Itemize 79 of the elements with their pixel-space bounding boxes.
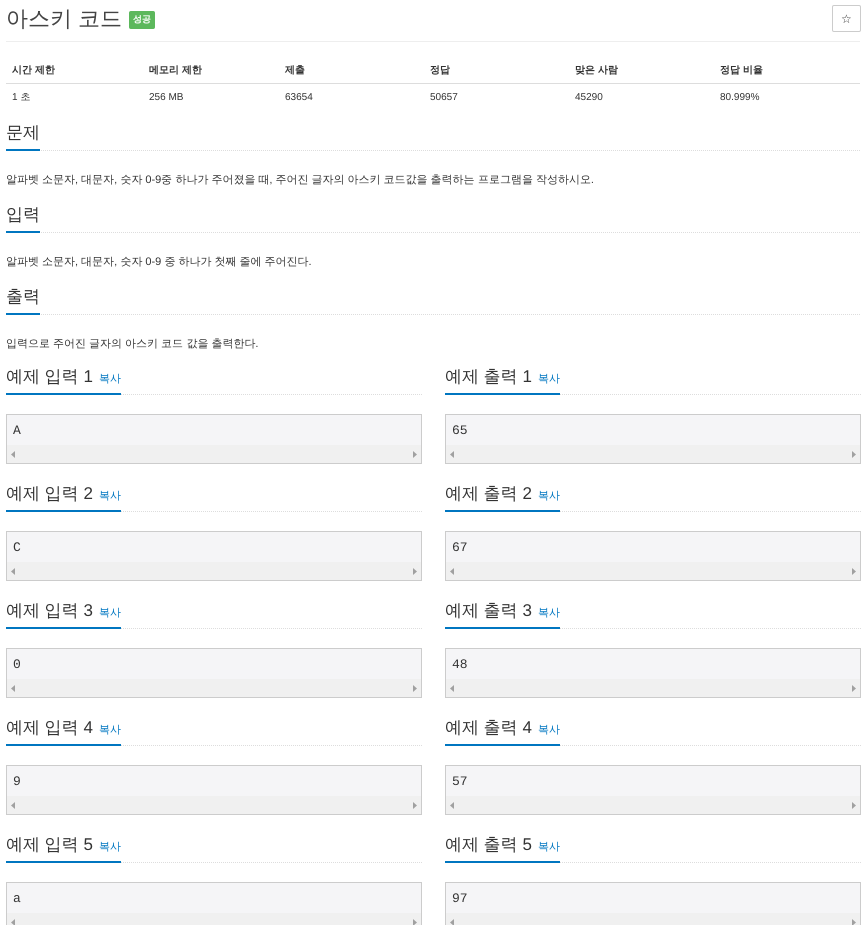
left-arrow-icon[interactable]	[450, 802, 454, 808]
sample-text: 9	[12, 773, 22, 791]
table-cell-text: 1 초	[11, 90, 32, 104]
copy-link[interactable]: 복사	[98, 371, 121, 388]
horizontal-scrollbar[interactable]	[7, 796, 421, 814]
copy-link[interactable]: 복사	[538, 371, 560, 388]
copy-link[interactable]: 복사	[538, 839, 560, 856]
right-arrow-icon[interactable]	[852, 450, 856, 458]
sample-text: C	[12, 539, 22, 557]
copy-link[interactable]: 복사	[538, 605, 560, 622]
star-button[interactable]: ☆	[832, 5, 861, 32]
table-cell-text: 45290	[574, 90, 604, 104]
sample-text: 0	[12, 656, 22, 674]
section-text: 입력으로 주어진 글자의 아스키 코드 값을 출력한다.	[6, 337, 260, 352]
table-cell-text: 50657	[429, 90, 459, 104]
copy-link[interactable]: 복사	[538, 722, 560, 738]
column-header: 맞은 사람	[574, 64, 619, 78]
section-heading: 출력	[6, 286, 40, 315]
left-arrow-icon[interactable]	[450, 918, 454, 925]
left-arrow-icon[interactable]	[11, 918, 15, 925]
right-arrow-icon[interactable]	[413, 568, 417, 574]
horizontal-scrollbar[interactable]	[7, 679, 421, 697]
problem-title: 아스키 코드	[6, 6, 122, 32]
column-header: 제출	[284, 64, 306, 78]
left-arrow-icon[interactable]	[450, 568, 454, 574]
sample-text: 67	[451, 539, 469, 557]
right-arrow-icon[interactable]	[852, 918, 856, 925]
table-cell-text: 256 MB	[148, 90, 184, 104]
status-badge: 성공	[129, 11, 156, 29]
example-heading: 예제 입력 3	[6, 600, 93, 622]
sample-text: 57	[451, 773, 469, 791]
horizontal-scrollbar[interactable]	[7, 562, 421, 580]
left-arrow-icon[interactable]	[11, 684, 15, 692]
horizontal-scrollbar[interactable]	[446, 796, 860, 814]
left-arrow-icon[interactable]	[11, 802, 15, 808]
sample-text: A	[12, 422, 22, 440]
left-arrow-icon[interactable]	[450, 684, 454, 692]
sample-text: 48	[451, 656, 469, 674]
horizontal-scrollbar[interactable]	[446, 562, 860, 580]
right-arrow-icon[interactable]	[413, 802, 417, 808]
example-heading: 예제 입력 1	[6, 366, 93, 388]
example-heading: 예제 출력 3	[445, 600, 532, 622]
table-cell-text: 63654	[284, 90, 314, 104]
sample-text: a	[12, 890, 22, 908]
copy-link[interactable]: 복사	[98, 488, 121, 504]
right-arrow-icon[interactable]	[413, 684, 417, 692]
horizontal-scrollbar[interactable]	[446, 445, 860, 463]
example-heading: 예제 입력 2	[6, 483, 93, 505]
left-arrow-icon[interactable]	[11, 568, 15, 574]
right-arrow-icon[interactable]	[413, 918, 417, 925]
left-arrow-icon[interactable]	[11, 450, 15, 458]
copy-link[interactable]: 복사	[98, 839, 121, 856]
example-heading: 예제 입력 5	[6, 834, 93, 856]
section-heading: 입력	[6, 204, 40, 233]
sample-text: 65	[451, 422, 469, 440]
copy-link[interactable]: 복사	[98, 722, 121, 738]
section-text: 알파벳 소문자, 대문자, 숫자 0-9 중 하나가 첫째 줄에 주어진다.	[6, 255, 313, 270]
example-heading: 예제 출력 1	[445, 366, 532, 388]
horizontal-scrollbar[interactable]	[7, 445, 421, 463]
column-header: 정답	[429, 64, 451, 78]
example-heading: 예제 출력 4	[445, 717, 532, 739]
sample-text: 97	[451, 890, 469, 908]
table-cell-text: 80.999%	[719, 90, 760, 104]
column-header: 정답 비율	[719, 64, 764, 78]
column-header: 메모리 제한	[148, 64, 203, 78]
example-heading: 예제 출력 5	[445, 834, 532, 856]
section-heading: 문제	[6, 122, 40, 151]
example-heading: 예제 출력 2	[445, 483, 532, 505]
right-arrow-icon[interactable]	[852, 684, 856, 692]
section-text: 알파벳 소문자, 대문자, 숫자 0-9중 하나가 주어졌을 때, 주어진 글자의 아스키 코드값을 출력하는 프로그램을 작성하시오.	[6, 173, 595, 188]
copy-link[interactable]: 복사	[98, 605, 121, 622]
copy-link[interactable]: 복사	[538, 488, 560, 504]
column-header: 시간 제한	[11, 64, 56, 78]
horizontal-scrollbar[interactable]	[446, 679, 860, 697]
right-arrow-icon[interactable]	[852, 802, 856, 808]
example-heading: 예제 입력 4	[6, 717, 93, 739]
left-arrow-icon[interactable]	[450, 450, 454, 458]
right-arrow-icon[interactable]	[413, 450, 417, 458]
right-arrow-icon[interactable]	[852, 568, 856, 574]
